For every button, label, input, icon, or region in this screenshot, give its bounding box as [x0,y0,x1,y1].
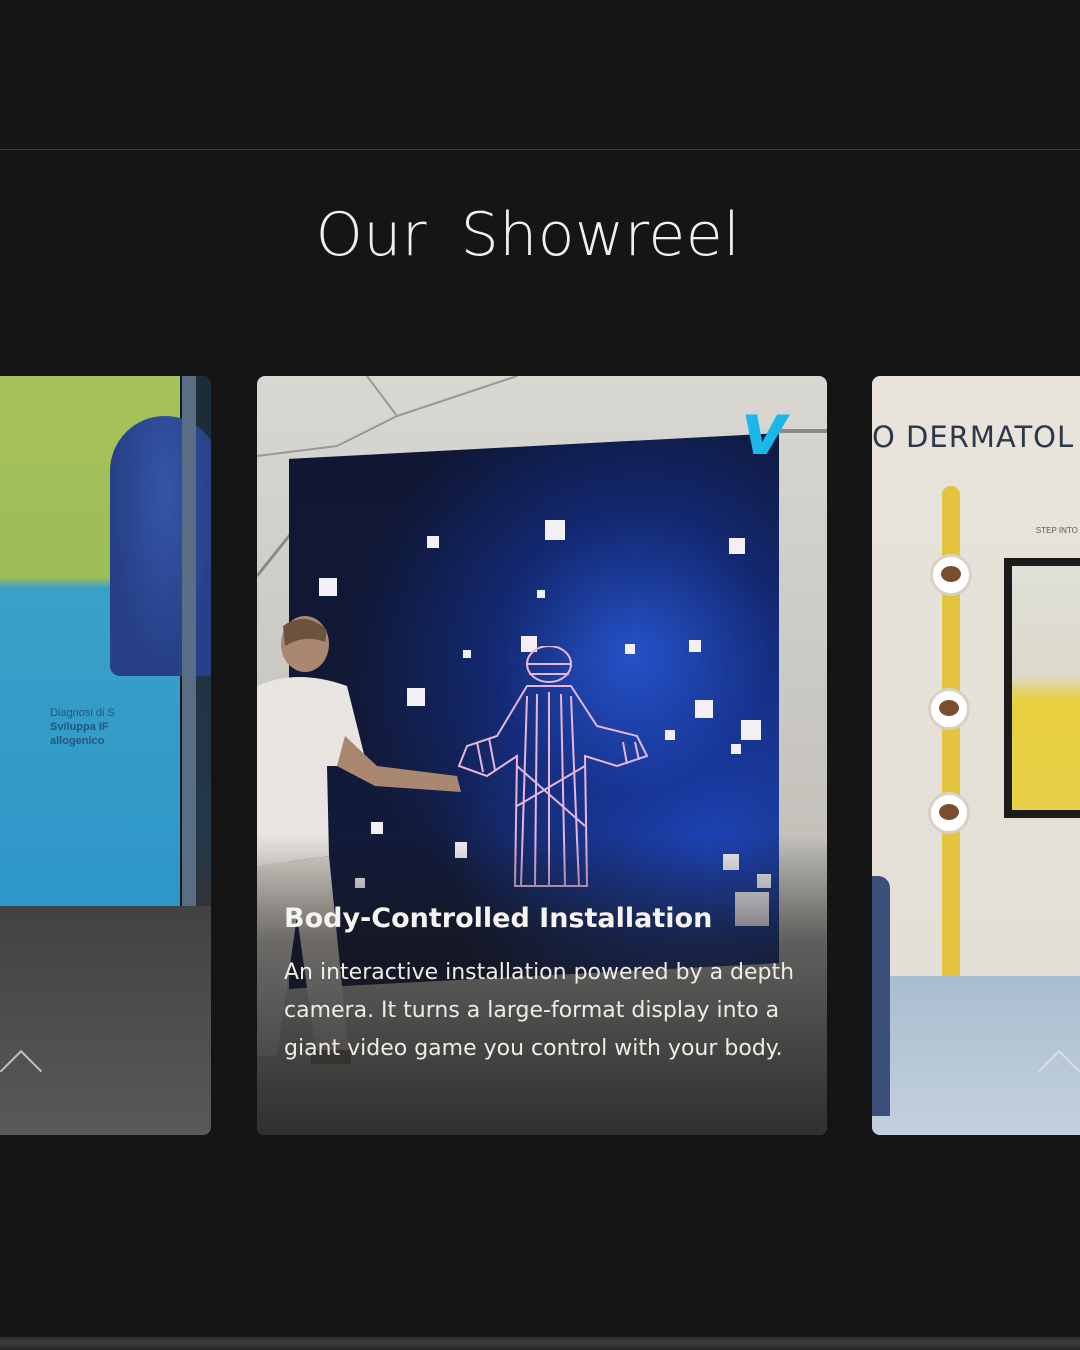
exhibit-header-text: O DERMATOL [872,420,1075,454]
screen-text-line: Sviluppa IF [50,721,109,733]
card-title: Body-Controlled Installation [284,903,713,934]
pixel-square [695,700,713,718]
pixel-square [741,720,761,740]
pixel-square [689,640,701,652]
pixel-square [427,536,439,548]
top-header-band [0,0,1080,150]
exhibit-button [930,554,972,596]
pixel-square [729,538,745,554]
exhibit-screen [1004,558,1080,818]
screen-text: Diagnosi di S Sviluppa IF allogenico [50,706,170,748]
card-thumbnail: O DERMATOL STEP INTO THE THE LAMP [872,376,1080,1135]
carousel-card-active[interactable]: v Body-Controlled Installation An intera… [257,376,827,1135]
showreel-carousel[interactable]: Diagnosi di S Sviluppa IF allogenico v B… [0,376,1080,1136]
carousel-card-previous[interactable]: Diagnosi di S Sviluppa IF allogenico [0,376,211,1135]
screen-stand [182,376,196,906]
pixel-square [545,520,565,540]
floor [872,976,1080,1135]
chair [872,876,890,1116]
exhibit-button [928,792,970,834]
card-thumbnail: Diagnosi di S Sviluppa IF allogenico [0,376,211,1135]
carousel-card-next[interactable]: O DERMATOL STEP INTO THE THE LAMP [872,376,1080,1135]
pixel-square [537,590,545,598]
bottom-edge [0,1337,1080,1350]
screen-text-line: allogenico [50,735,105,747]
exhibit-caption: STEP INTO THE THE LAMP [1035,526,1080,535]
pixel-square [319,578,337,596]
section-title: Our Showreel [315,200,741,270]
floor [0,906,211,1135]
screen-text-line: Diagnosi di S [50,707,115,719]
card-description: An interactive installation powered by a… [284,960,795,1061]
pixel-square [731,744,741,754]
exhibit-screen-content [1012,566,1080,810]
showreel-page: Our Showreel Diagnosi di S Sviluppa IF a… [0,0,1080,1350]
pixel-square [665,730,675,740]
exhibit-button [928,688,970,730]
vimeo-icon[interactable]: v [741,393,801,465]
